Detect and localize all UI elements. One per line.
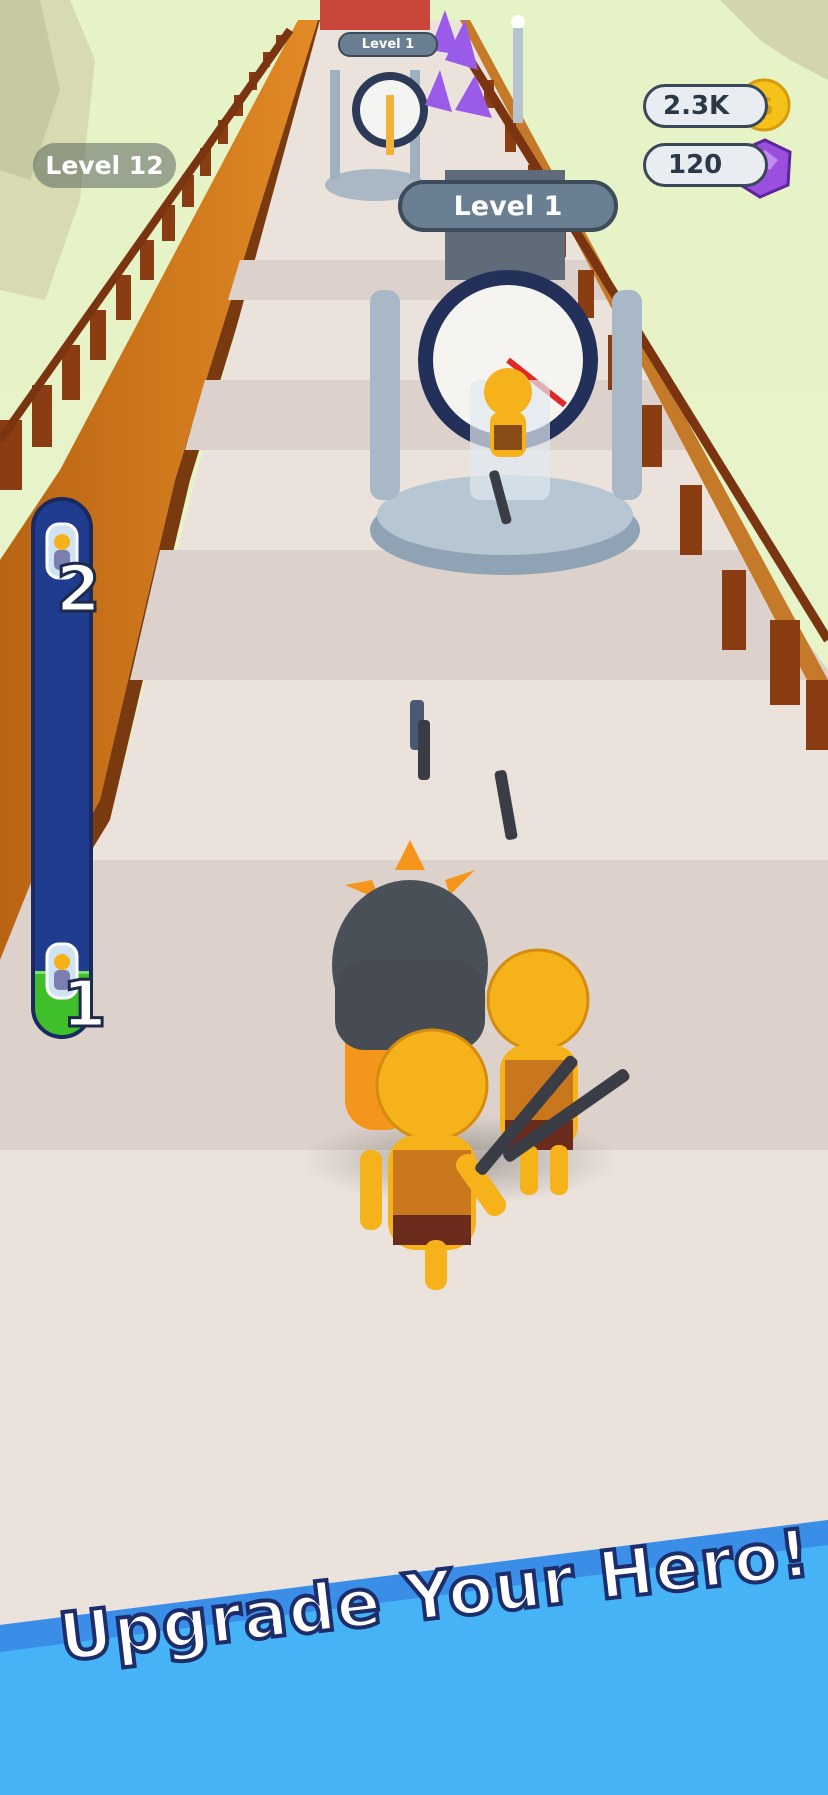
current-stage-number: 1 — [61, 967, 109, 1044]
gate-level-label: Level 1 — [398, 180, 618, 232]
coin-count: 2.3K — [663, 91, 730, 121]
far-gate-level-label: Level 1 — [338, 32, 438, 57]
next-stage-number: 2 — [55, 552, 103, 629]
gem-counter: 120 — [643, 143, 768, 187]
level-indicator: Level 12 — [33, 143, 176, 188]
gem-count: 120 — [668, 150, 723, 180]
hero-head — [486, 948, 590, 1052]
hero-head — [375, 1028, 489, 1142]
coin-counter: 2.3K — [643, 84, 768, 128]
